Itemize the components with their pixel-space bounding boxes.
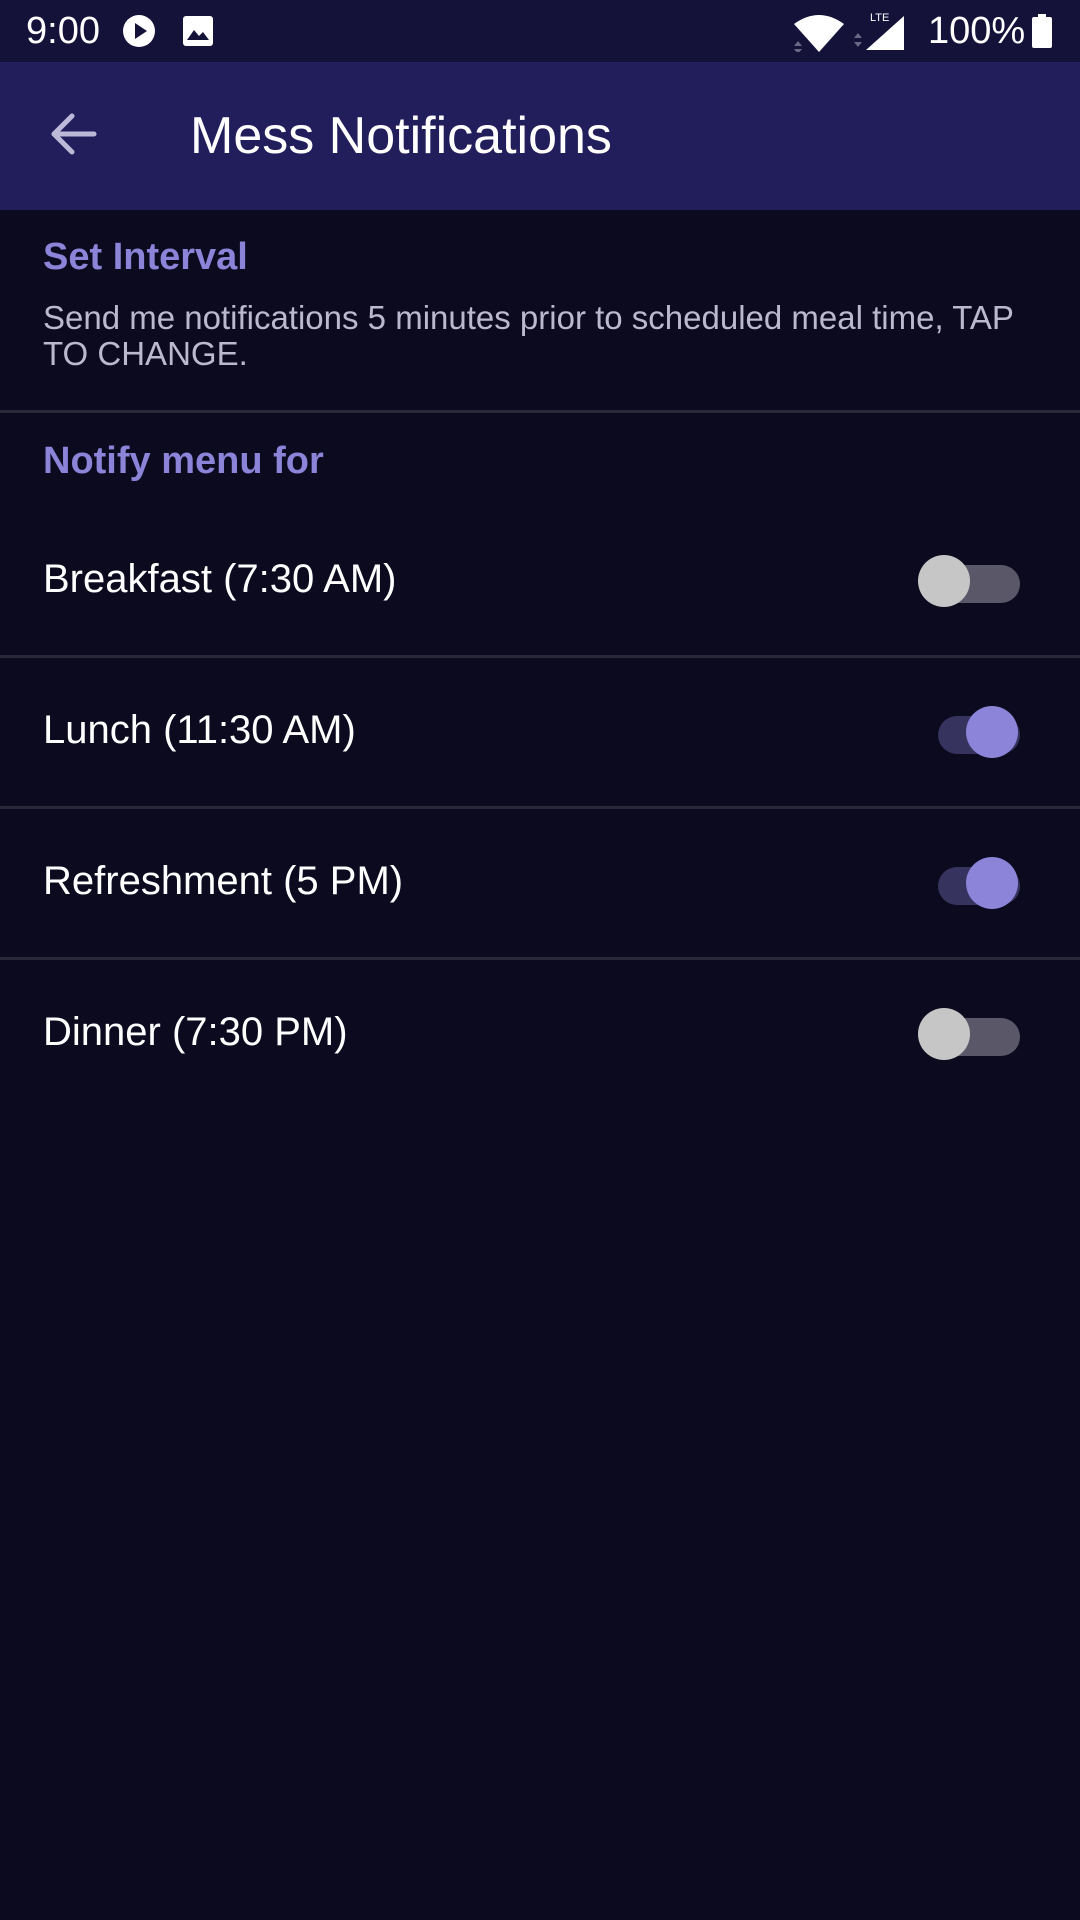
notify-row-label: Lunch (11:30 AM)	[43, 708, 356, 752]
status-time: 9:00	[26, 10, 100, 52]
toggle-thumb	[966, 857, 1018, 909]
battery-percent: 100%	[928, 10, 1026, 52]
wifi-icon	[792, 14, 846, 57]
back-button[interactable]	[40, 106, 108, 166]
set-interval-title: Set Interval	[43, 236, 248, 278]
lte-signal-icon: LTE	[852, 10, 908, 59]
toggle-thumb	[966, 706, 1018, 758]
notify-row-breakfast[interactable]: Breakfast (7:30 AM)	[0, 503, 1080, 653]
lunch-toggle[interactable]	[938, 706, 1030, 758]
divider	[0, 410, 1080, 413]
battery-icon	[1032, 14, 1052, 53]
lte-label: LTE	[870, 12, 889, 24]
page-title: Mess Notifications	[190, 107, 612, 165]
set-interval-summary: Send me notifications 5 minutes prior to…	[43, 299, 1014, 372]
status-bar: 9:00 LTE 100%	[0, 0, 1080, 62]
notify-row-label: Breakfast (7:30 AM)	[43, 557, 397, 601]
notify-row-dinner[interactable]: Dinner (7:30 PM)	[0, 956, 1080, 1106]
breakfast-toggle[interactable]	[918, 555, 1030, 607]
notify-menu-title: Notify menu for	[43, 440, 324, 482]
set-interval-preference[interactable]: Set Interval Send me notifications 5 min…	[0, 210, 1080, 410]
toggle-thumb	[918, 555, 970, 607]
app-bar: Mess Notifications	[0, 62, 1080, 210]
notify-row-lunch[interactable]: Lunch (11:30 AM)	[0, 654, 1080, 804]
play-icon	[122, 14, 156, 53]
image-icon	[182, 15, 214, 52]
dinner-toggle[interactable]	[918, 1008, 1030, 1060]
refreshment-toggle[interactable]	[938, 857, 1030, 909]
notify-row-label: Refreshment (5 PM)	[43, 859, 404, 903]
notify-row-label: Dinner (7:30 PM)	[43, 1010, 348, 1054]
toggle-thumb	[918, 1008, 970, 1060]
notify-row-refreshment[interactable]: Refreshment (5 PM)	[0, 805, 1080, 955]
arrow-back-icon	[50, 112, 98, 161]
